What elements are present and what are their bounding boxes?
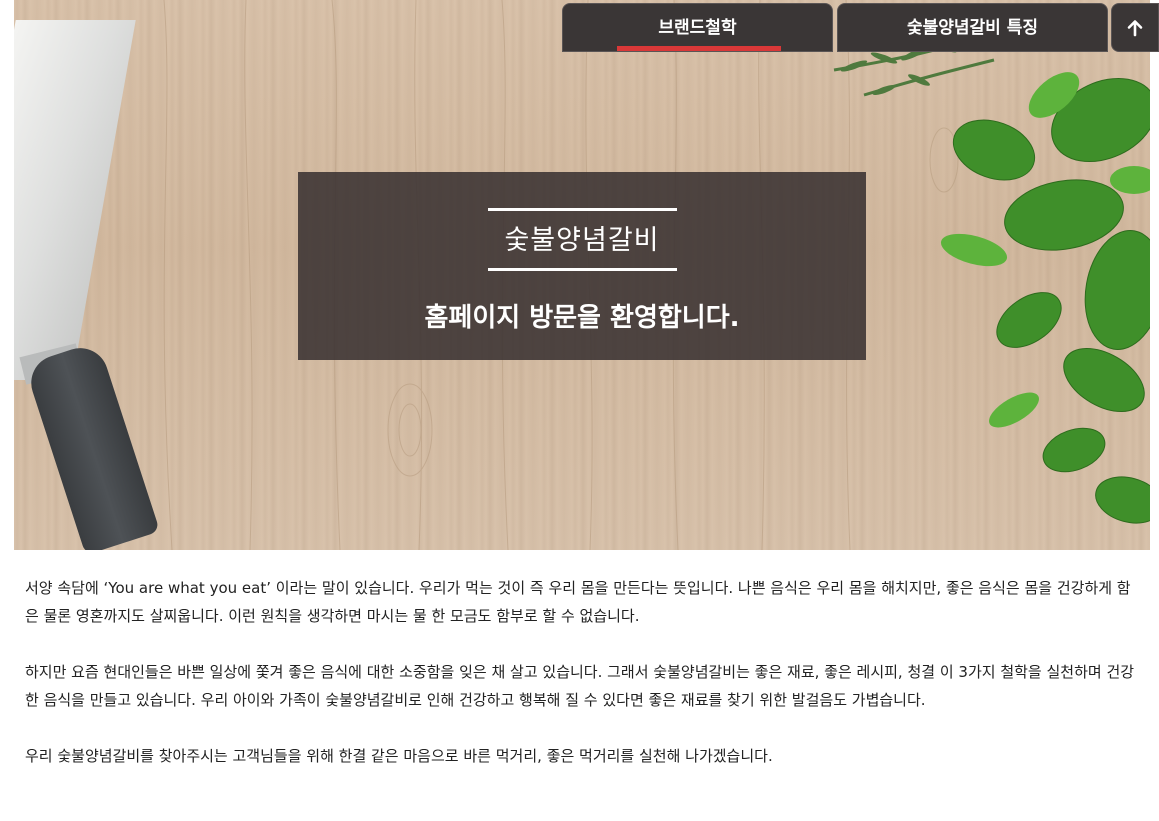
brand-philosophy-text: 서양 속담에 ‘You are what you eat’ 이라는 말이 있습니… xyxy=(25,574,1143,798)
welcome-panel: 숯불양념갈비 홈페이지 방문을 환영합니다. xyxy=(298,172,866,360)
page: 숯불양념갈비 홈페이지 방문을 환영합니다. 브랜드철학 숯불양념갈비 특징 서… xyxy=(0,0,1159,821)
scroll-to-top-button[interactable] xyxy=(1111,3,1159,52)
left-edge xyxy=(0,0,14,821)
paragraph: 서양 속담에 ‘You are what you eat’ 이라는 말이 있습니… xyxy=(25,579,1131,625)
paragraph: 하지만 요즘 현대인들은 바쁜 일상에 쫓겨 좋은 음식에 대한 소중함을 잊은… xyxy=(25,663,1135,709)
welcome-message: 홈페이지 방문을 환영합니다. xyxy=(424,303,740,333)
tab-label: 브랜드철학 xyxy=(658,18,737,38)
active-tab-indicator xyxy=(617,46,781,51)
title-rule-top xyxy=(488,208,677,211)
title-rule-bottom xyxy=(488,268,677,271)
tab-galbi-features[interactable]: 숯불양념갈비 특징 xyxy=(837,3,1108,52)
paragraph: 우리 숯불양념갈비를 찾아주시는 고객님들을 위해 한결 같은 마음으로 바른 … xyxy=(25,747,773,765)
arrow-up-icon xyxy=(1127,19,1143,36)
tab-brand-philosophy[interactable]: 브랜드철학 xyxy=(562,3,833,52)
tab-label: 숯불양념갈비 특징 xyxy=(906,18,1039,38)
brand-title: 숯불양념갈비 xyxy=(504,225,660,256)
